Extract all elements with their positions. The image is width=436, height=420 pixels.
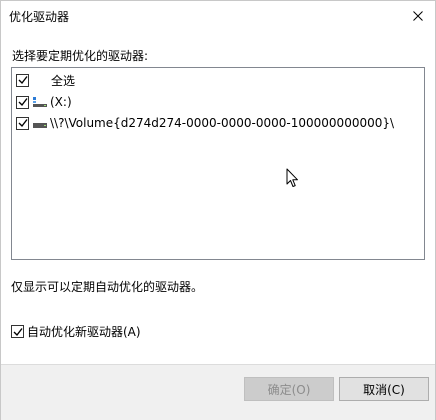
usb-drive-icon [32,96,48,108]
drive-volume-label: \\?\Volume{d274d274-0000-0000-0000-10000… [50,116,395,130]
drive-x-label: (X:) [50,95,72,109]
checkmark-icon [13,327,23,336]
cancel-button[interactable]: 取消(C) [339,377,429,401]
drive-volume-checkbox[interactable] [16,116,29,130]
select-all-label: 全选 [51,73,76,88]
ok-button[interactable]: 确定(O) [244,377,334,401]
select-all-checkbox[interactable] [16,73,29,87]
checkmark-icon [18,76,28,85]
drive-row-x[interactable]: (X:) [16,92,72,112]
mouse-cursor-icon [286,168,298,187]
close-button[interactable] [401,1,435,31]
auto-optimize-checkbox[interactable] [11,325,24,338]
drive-row-volume[interactable]: \\?\Volume{d274d274-0000-0000-0000-10000… [16,113,394,133]
checkmark-icon [18,98,28,107]
select-all-row[interactable]: 全选 [16,70,75,90]
drive-list[interactable]: 全选 (X:) \\?\Volume{d274d274-0000-0000-00… [11,67,425,260]
checkmark-icon [18,119,28,128]
info-text: 仅显示可以定期自动优化的驱动器。 [11,280,204,294]
drive-x-checkbox[interactable] [16,95,29,109]
optimize-drives-dialog: 优化驱动器 选择要定期优化的驱动器: 全选 (X:) \\?\Volume{d2… [0,0,436,420]
close-icon [413,11,423,21]
auto-optimize-label: 自动优化新驱动器(A) [27,325,141,339]
button-bar: 确定(O) 取消(C) [1,364,435,420]
select-drives-label: 选择要定期优化的驱动器: [12,49,149,63]
window-title: 优化驱动器 [9,10,70,24]
auto-optimize-row[interactable]: 自动优化新驱动器(A) [11,323,141,340]
hard-drive-icon [32,117,48,129]
title-bar: 优化驱动器 [1,1,435,31]
